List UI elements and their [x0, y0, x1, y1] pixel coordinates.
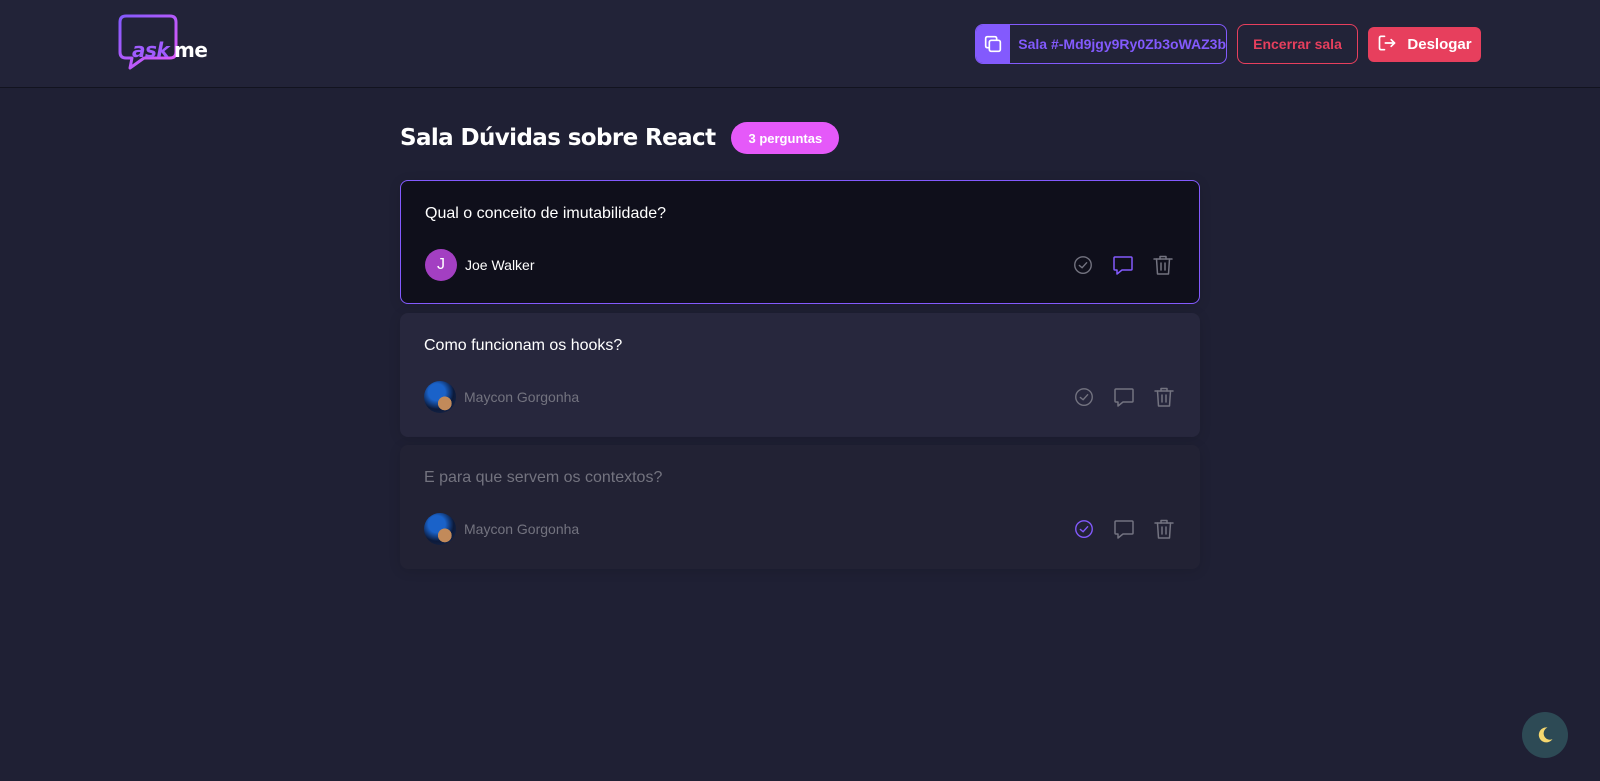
check-circle-icon — [1075, 520, 1093, 538]
author-name: Joe Walker — [465, 257, 535, 273]
delete-button[interactable] — [1152, 517, 1176, 541]
author-name: Maycon Gorgonha — [464, 389, 580, 405]
question-actions — [1072, 381, 1176, 413]
highlight-button[interactable] — [1112, 517, 1136, 541]
mark-answered-button[interactable] — [1072, 517, 1096, 541]
question-text: Qual o conceito de imutabilidade? — [425, 205, 667, 222]
trash-icon — [1154, 387, 1174, 407]
logo-ask-text: ask — [132, 38, 170, 62]
question-author: Maycon Gorgonha — [424, 381, 579, 413]
answer-icon — [1114, 520, 1134, 539]
author-name: Maycon Gorgonha — [464, 521, 580, 537]
check-circle-icon — [1075, 388, 1093, 406]
moon-icon — [1538, 727, 1553, 743]
question-text: E para que servem os contextos? — [424, 469, 663, 486]
questions-count-badge: 3 perguntas — [731, 122, 840, 154]
question-actions — [1072, 513, 1176, 545]
mark-answered-button[interactable] — [1071, 253, 1095, 277]
askme-logo[interactable]: ask me — [118, 14, 214, 74]
delete-button[interactable] — [1152, 385, 1176, 409]
trash-icon — [1153, 255, 1173, 275]
answer-icon — [1113, 256, 1133, 275]
theme-toggle-button[interactable] — [1522, 712, 1568, 758]
highlight-button[interactable] — [1111, 253, 1135, 277]
logo-me-text: me — [174, 38, 208, 62]
avatar: J — [425, 249, 457, 281]
question-actions — [1071, 249, 1175, 281]
question-card: Qual o conceito de imutabilidade? J Joe … — [400, 180, 1200, 304]
check-circle-icon — [1074, 256, 1092, 274]
copy-icon — [976, 25, 1011, 63]
mark-answered-button[interactable] — [1072, 385, 1096, 409]
avatar — [424, 513, 456, 545]
app-header: ask me Sala #-Md9jgy9Ry0Zb3oWAZ3b Encerr… — [0, 0, 1600, 88]
room-title-row: Sala Dúvidas sobre React 3 perguntas — [400, 122, 840, 154]
question-card: E para que servem os contextos? Maycon G… — [400, 445, 1200, 569]
logout-button[interactable]: Deslogar — [1368, 27, 1481, 62]
trash-icon — [1154, 519, 1174, 539]
room-code-label: Sala #-Md9jgy9Ry0Zb3oWAZ3b — [1018, 36, 1226, 52]
question-card: Como funcionam os hooks? Maycon Gorgonha — [400, 313, 1200, 437]
highlight-button[interactable] — [1112, 385, 1136, 409]
avatar — [424, 381, 456, 413]
answer-icon — [1114, 388, 1134, 407]
page-title: Sala Dúvidas sobre React — [400, 125, 716, 151]
end-room-button[interactable]: Encerrar sala — [1237, 24, 1358, 64]
room-code-copy-button[interactable]: Sala #-Md9jgy9Ry0Zb3oWAZ3b — [975, 24, 1227, 64]
delete-button[interactable] — [1151, 253, 1175, 277]
question-author: J Joe Walker — [425, 249, 535, 281]
logout-label: Deslogar — [1407, 36, 1472, 53]
logout-icon — [1377, 33, 1397, 57]
question-text: Como funcionam os hooks? — [424, 337, 623, 354]
question-author: Maycon Gorgonha — [424, 513, 579, 545]
